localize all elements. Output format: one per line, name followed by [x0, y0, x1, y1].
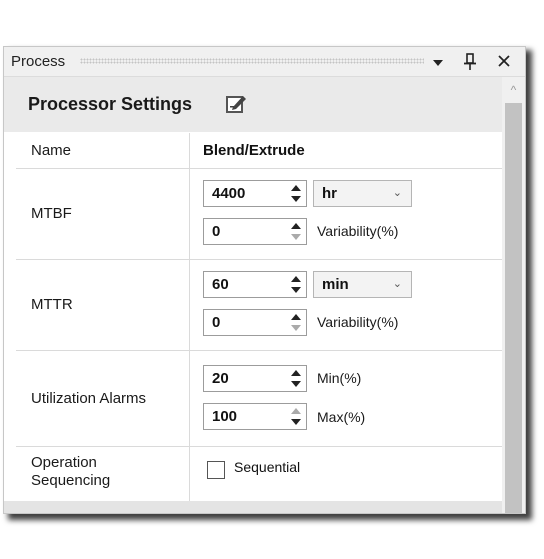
mttr-value-stepper[interactable]: 60 [203, 271, 307, 298]
label-line: Sequencing [31, 472, 111, 489]
spin-up-icon[interactable] [291, 314, 301, 320]
label-line: Operation [31, 454, 97, 471]
spin-up-icon[interactable] [291, 185, 301, 191]
pin-icon[interactable] [460, 51, 480, 73]
mtbf-value-stepper[interactable]: 4400 [203, 180, 307, 207]
chevron-down-icon: ⌄ [392, 187, 402, 199]
mttr-variability-label: Variability(%) [317, 314, 399, 330]
sequential-checkbox[interactable] [207, 461, 225, 479]
spin-arrows-icon[interactable] [291, 313, 301, 333]
spin-down-icon[interactable] [291, 196, 301, 202]
spin-arrows-icon[interactable] [291, 184, 301, 204]
row-name: Name Blend/Extrude [16, 133, 502, 168]
close-icon[interactable] [494, 49, 514, 71]
mtbf-variability-label: Variability(%) [317, 223, 399, 239]
mttr-value[interactable]: 60 [212, 276, 229, 293]
chevron-down-icon[interactable] [428, 51, 448, 73]
mttr-unit-select[interactable]: min ⌄ [313, 271, 412, 298]
spin-up-icon[interactable] [291, 223, 301, 229]
spin-down-icon[interactable] [291, 325, 301, 331]
row-utilization-alarms: Utilization Alarms 20 Min(%) 100 Max(%) [16, 350, 502, 446]
scroll-up-icon[interactable]: ^ [502, 83, 525, 99]
chevron-down-icon: ⌄ [392, 278, 402, 290]
column-divider [189, 133, 190, 168]
mttr-variability-stepper[interactable]: 0 [203, 309, 307, 336]
spin-down-icon[interactable] [291, 234, 301, 240]
row-mtbf: MTBF 4400 hr ⌄ 0 Variability(%) [16, 168, 502, 259]
name-label: Name [31, 142, 72, 159]
alarm-max-stepper[interactable]: 100 [203, 403, 307, 430]
mtbf-unit-select[interactable]: hr ⌄ [313, 180, 412, 207]
column-divider [189, 447, 190, 504]
spin-arrows-icon[interactable] [291, 275, 301, 295]
mttr-variability[interactable]: 0 [212, 314, 220, 331]
alarm-min-label: Min(%) [317, 370, 362, 386]
panel-title: Process [11, 53, 66, 70]
alarm-max-label: Max(%) [317, 409, 366, 425]
spin-down-icon[interactable] [291, 381, 301, 387]
column-divider [189, 169, 190, 259]
spin-up-icon[interactable] [291, 276, 301, 282]
row-mttr: MTTR 60 min ⌄ 0 Variability(%) [16, 259, 502, 350]
spin-up-icon[interactable] [291, 370, 301, 376]
drag-grip[interactable] [80, 58, 424, 64]
spin-down-icon[interactable] [291, 419, 301, 425]
mtbf-value[interactable]: 4400 [212, 185, 245, 202]
name-value: Blend/Extrude [203, 142, 305, 159]
panel-titlebar: Process [4, 47, 525, 77]
edit-icon[interactable] [225, 93, 247, 115]
operation-sequencing-label: Operation Sequencing [16, 454, 186, 490]
column-divider [189, 260, 190, 350]
panel-bottom-edge [4, 501, 502, 513]
spin-arrows-icon[interactable] [291, 369, 301, 389]
row-operation-sequencing: Operation Sequencing Sequential [16, 446, 502, 504]
alarm-min-value[interactable]: 20 [212, 370, 229, 387]
mtbf-label: MTBF [31, 205, 72, 222]
spin-arrows-icon[interactable] [291, 407, 301, 427]
sequential-label[interactable]: Sequential [234, 459, 300, 475]
spin-arrows-icon[interactable] [291, 222, 301, 242]
alarm-min-stepper[interactable]: 20 [203, 365, 307, 392]
mttr-unit: min [322, 276, 349, 293]
alarm-max-value[interactable]: 100 [212, 408, 237, 425]
page-title: Processor Settings [28, 94, 193, 114]
utilization-alarms-label: Utilization Alarms [31, 390, 147, 407]
mtbf-variability[interactable]: 0 [212, 223, 220, 240]
settings-grid: Name Blend/Extrude MTBF 4400 hr ⌄ 0 Vari… [16, 133, 502, 504]
spin-up-icon[interactable] [291, 408, 301, 414]
process-panel: Process Processor Settings ^ Name Blend/… [3, 46, 526, 514]
settings-header: Processor Settings [4, 77, 502, 132]
mtbf-unit: hr [322, 185, 337, 202]
mtbf-variability-stepper[interactable]: 0 [203, 218, 307, 245]
column-divider [189, 351, 190, 446]
vertical-scrollbar[interactable]: ^ [502, 77, 525, 513]
mttr-label: MTTR [31, 296, 73, 313]
spin-down-icon[interactable] [291, 287, 301, 293]
scroll-thumb[interactable] [505, 103, 522, 513]
